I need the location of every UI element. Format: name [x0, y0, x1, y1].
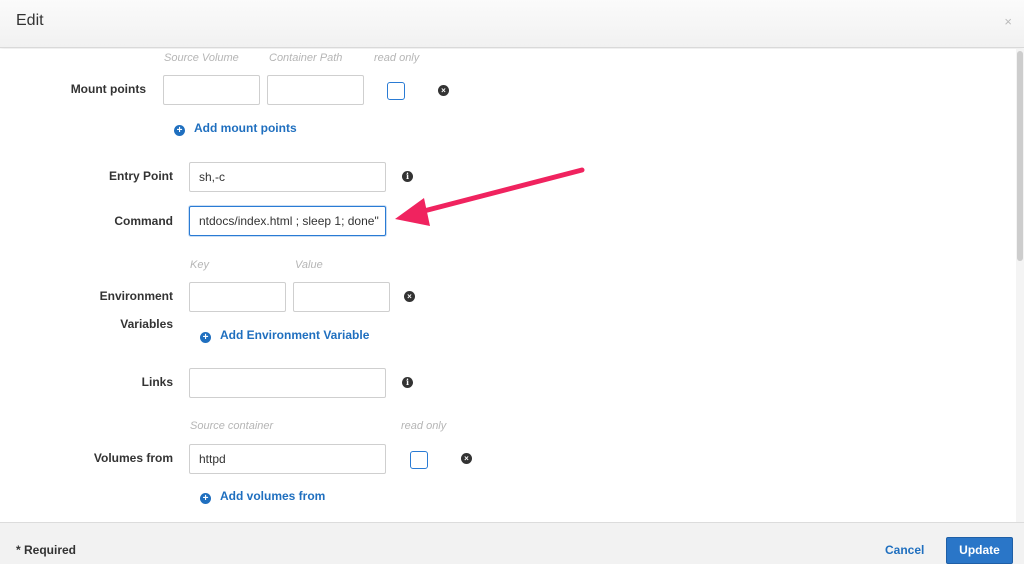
env-value-header: Value [295, 259, 323, 271]
plus-circle-icon: + [200, 493, 211, 504]
modal-footer: * Required Cancel Update [0, 522, 1024, 564]
volumes-read-only-checkbox[interactable] [410, 451, 428, 469]
command-input[interactable]: ntdocs/index.html ; sleep 1; done" [189, 206, 386, 236]
volumes-read-only-header: read only [401, 420, 447, 432]
entry-point-info-icon[interactable]: i [402, 171, 413, 182]
add-volumes-from-label: Add volumes from [220, 489, 326, 503]
remove-volumes-from-icon[interactable]: × [461, 453, 472, 464]
remove-env-variable-icon[interactable]: × [404, 291, 415, 302]
required-note: * Required [16, 543, 77, 557]
mount-points-label: Mount points [70, 82, 146, 96]
links-info-icon[interactable]: i [402, 377, 413, 388]
scrollbar-thumb[interactable] [1017, 51, 1023, 261]
links-label: Links [141, 375, 173, 389]
plus-circle-icon: + [174, 125, 185, 136]
add-environment-variable-link[interactable]: + Add Environment Variable [200, 328, 369, 343]
add-environment-variable-label: Add Environment Variable [220, 328, 370, 342]
source-container-header: Source container [190, 420, 274, 432]
modal-header: Edit × [0, 0, 1024, 48]
add-mount-points-link[interactable]: + Add mount points [174, 121, 297, 136]
entry-point-label: Entry Point [108, 169, 173, 183]
close-icon[interactable]: × [1004, 14, 1012, 29]
entry-point-input[interactable]: sh,-c [189, 162, 386, 192]
links-input[interactable] [189, 368, 386, 398]
volumes-from-label: Volumes from [93, 451, 173, 465]
edit-modal: Edit × Source Volume Container Path read… [0, 0, 1024, 564]
add-volumes-from-link[interactable]: + Add volumes from [200, 489, 325, 504]
environment-variables-label-line2: Variables [120, 317, 173, 331]
update-button[interactable]: Update [946, 537, 1013, 564]
env-value-input[interactable] [293, 282, 390, 312]
modal-scrollbar[interactable] [1016, 49, 1024, 522]
container-path-input[interactable] [267, 75, 364, 105]
command-label: Command [114, 214, 173, 228]
modal-title: Edit [16, 12, 44, 29]
source-volume-header: Source Volume [164, 52, 239, 64]
add-mount-points-label: Add mount points [194, 121, 297, 135]
modal-body: Source Volume Container Path read only M… [0, 49, 1024, 522]
source-volume-input[interactable] [163, 75, 260, 105]
environment-variables-label-line1: Environment [99, 289, 173, 303]
mount-read-only-header: read only [374, 52, 420, 64]
container-path-header: Container Path [269, 52, 343, 64]
env-key-header: Key [190, 259, 209, 271]
env-key-input[interactable] [189, 282, 286, 312]
remove-mount-point-icon[interactable]: × [438, 85, 449, 96]
plus-circle-icon: + [200, 332, 211, 343]
volumes-from-input[interactable]: httpd [189, 444, 386, 474]
cancel-button[interactable]: Cancel [885, 543, 924, 557]
mount-read-only-checkbox[interactable] [387, 82, 405, 100]
